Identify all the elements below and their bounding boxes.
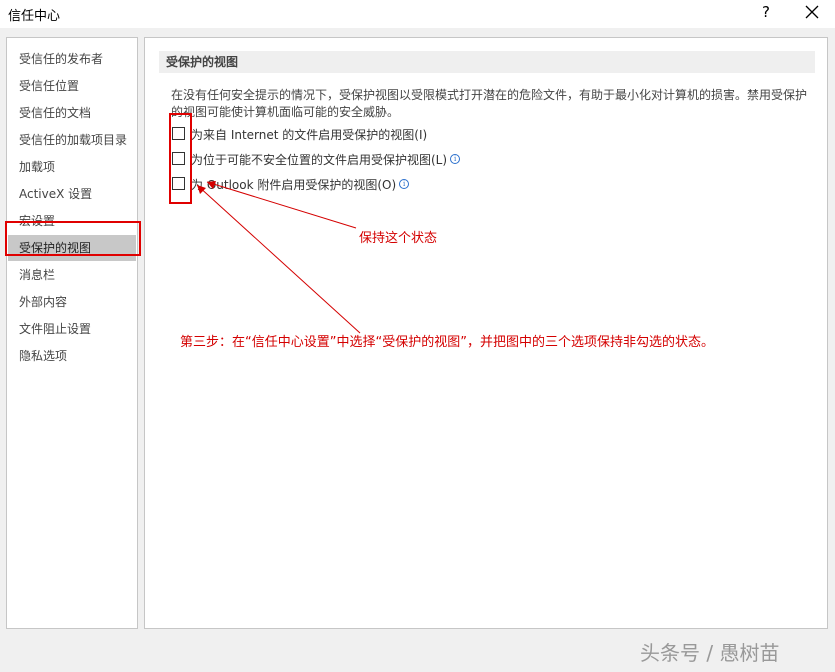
sidebar-item-addins[interactable]: 加载项 <box>8 154 136 180</box>
dialog-body: 受信任的发布者 受信任位置 受信任的文档 受信任的加载项目录 加载项 Activ… <box>0 28 835 672</box>
help-button[interactable]: ? <box>754 1 778 23</box>
sidebar-item-external-content[interactable]: 外部内容 <box>8 289 136 315</box>
sidebar-item-trusted-documents[interactable]: 受信任的文档 <box>8 100 136 126</box>
option-label: 为位于可能不安全位置的文件启用受保护视图(L) <box>191 153 448 167</box>
sidebar-item-file-block-settings[interactable]: 文件阻止设置 <box>8 316 136 342</box>
checkbox-internet-files[interactable] <box>172 127 185 140</box>
section-title: 受保护的视图 <box>159 51 815 73</box>
option-label: 为来自 Internet 的文件启用受保护的视图(I) <box>191 128 428 142</box>
sidebar-item-trusted-publishers[interactable]: 受信任的发布者 <box>8 46 136 72</box>
category-sidebar: 受信任的发布者 受信任位置 受信任的文档 受信任的加载项目录 加载项 Activ… <box>6 37 138 629</box>
watermark: 头条号 / 愚树苗 <box>640 641 780 665</box>
window-title: 信任中心 <box>8 9 61 24</box>
sidebar-item-trusted-locations[interactable]: 受信任位置 <box>8 73 136 99</box>
sidebar-item-trusted-addin-catalogs[interactable]: 受信任的加载项目录 <box>8 127 136 153</box>
sidebar-item-message-bar[interactable]: 消息栏 <box>8 262 136 288</box>
sidebar-item-privacy-options[interactable]: 隐私选项 <box>8 343 136 369</box>
annotation-step-three: 第三步：在“信任中心设置”中选择“受保护的视图”，并把图中的三个选项保持非勾选的… <box>180 335 714 350</box>
title-bar: 信任中心 ? <box>0 0 835 28</box>
sidebar-item-macro-settings[interactable]: 宏设置 <box>8 208 136 234</box>
close-icon <box>805 5 819 19</box>
close-button[interactable] <box>798 1 826 23</box>
sidebar-item-activex-settings[interactable]: ActiveX 设置 <box>8 181 136 207</box>
checkbox-outlook-attachments[interactable] <box>172 177 185 190</box>
info-icon[interactable]: i <box>450 154 461 164</box>
info-icon[interactable]: i <box>399 179 410 189</box>
annotation-keep-state: 保持这个状态 <box>359 231 438 246</box>
option-label: 为 Outlook 附件启用受保护的视图(O) <box>191 178 397 192</box>
section-description: 在没有任何安全提示的情况下，受保护视图以受限模式打开潜在的危险文件，有助于最小化… <box>171 88 808 119</box>
settings-panel: 受保护的视图 在没有任何安全提示的情况下，受保护视图以受限模式打开潜在的危险文件… <box>144 37 828 629</box>
sidebar-item-protected-view[interactable]: 受保护的视图 <box>8 235 136 261</box>
checkbox-unsafe-locations[interactable] <box>172 152 185 165</box>
